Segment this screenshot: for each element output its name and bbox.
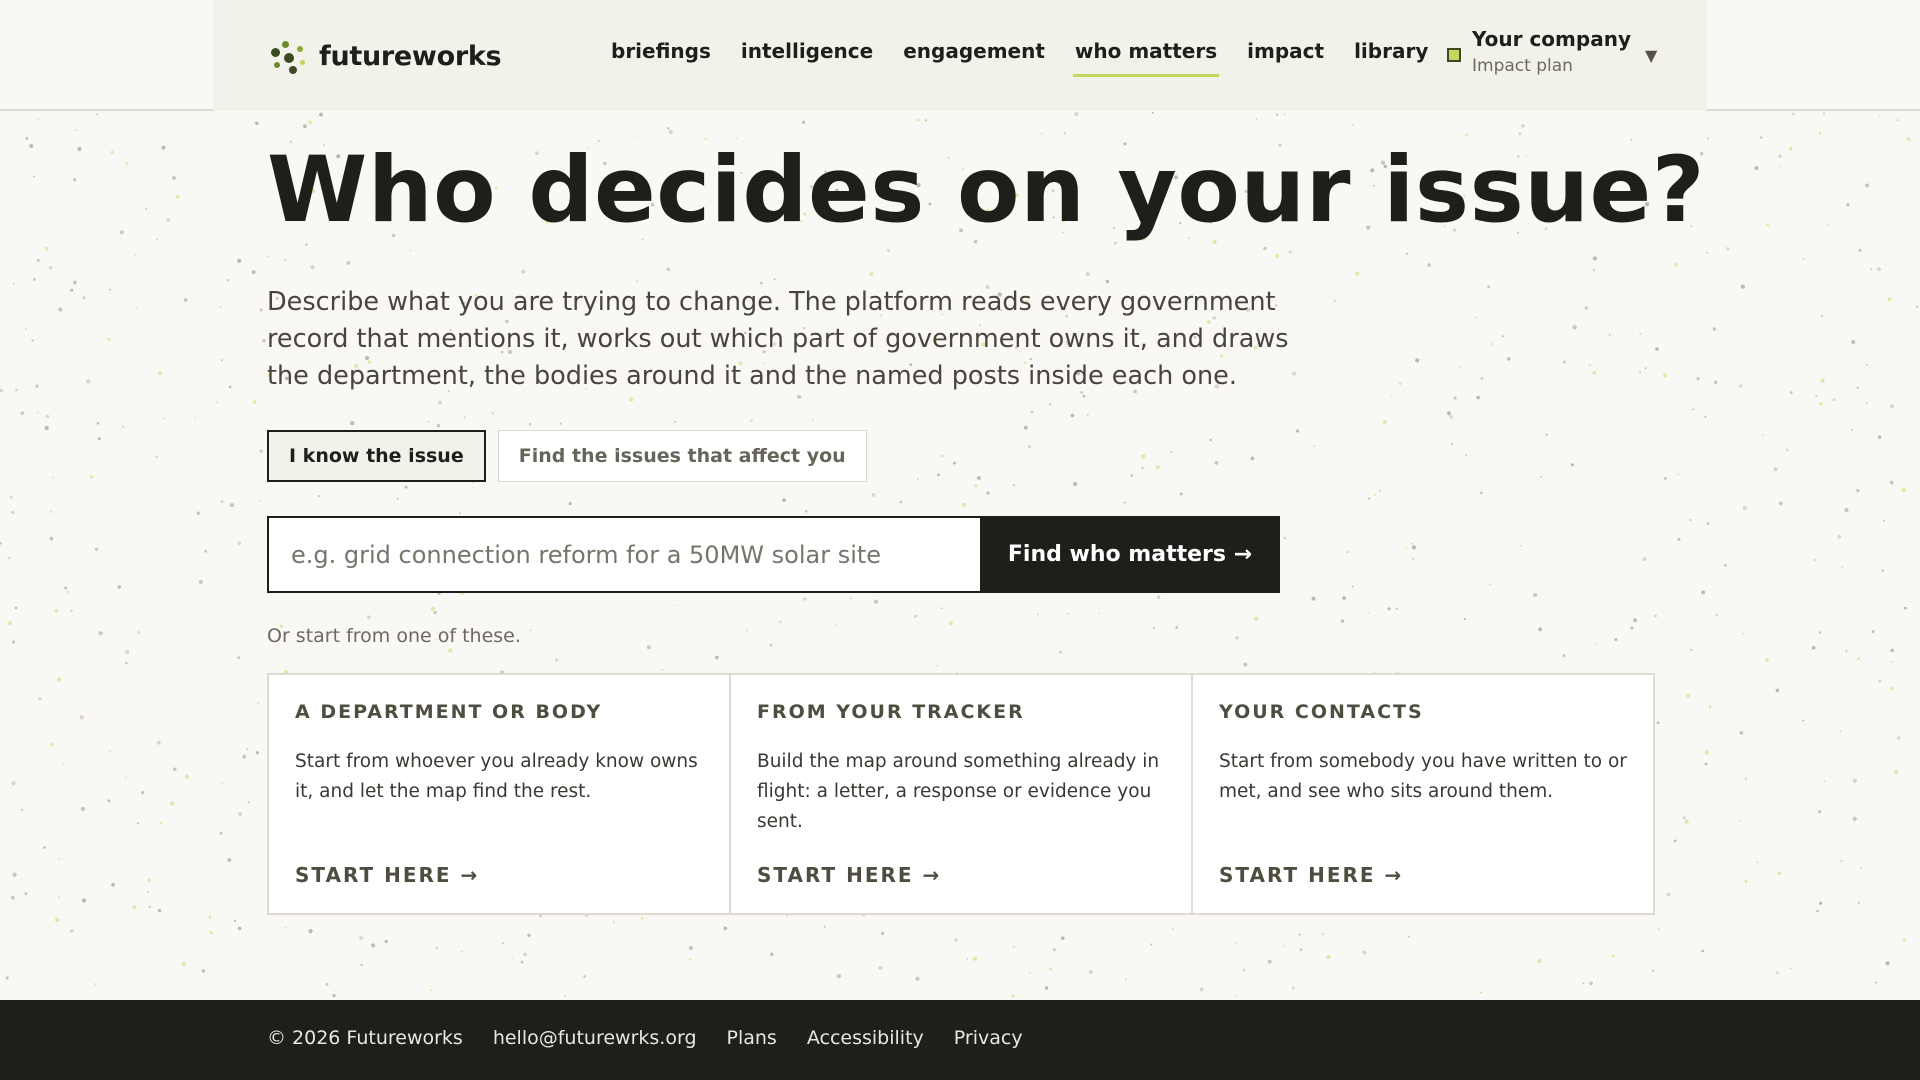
nav-impact[interactable]: impact [1247,0,1324,79]
company-square-icon [1447,48,1461,62]
start-card-department[interactable]: A department or body Start from whoever … [269,675,731,913]
page-lede: Describe what you are trying to change. … [267,287,1289,391]
card-title: From your tracker [757,701,1025,723]
start-here-link[interactable]: Start here → [1219,863,1403,887]
company-plan: Impact plan [1472,56,1573,76]
card-title: A department or body [295,701,603,723]
site-footer: © 2026 Futureworks hello@futurewrks.org … [0,1000,1920,1080]
nav-briefings[interactable]: briefings [611,0,711,79]
mode-toggle: I know the issue Find the issues that af… [267,430,879,482]
card-body: Start from somebody you have written to … [1219,751,1627,802]
start-options: A department or body Start from whoever … [267,673,1655,915]
card-body: Build the map around something already i… [757,751,1160,832]
footer-plans-link[interactable]: Plans [727,1027,777,1049]
start-card-contacts[interactable]: Your contacts Start from somebody you ha… [1193,675,1653,913]
footer-email-link[interactable]: hello@futurewrks.org [493,1027,697,1049]
brand-name: futureworks [319,40,502,72]
company-name: Your company [1472,27,1631,51]
page-title: Who decides on your issue? [267,138,1706,243]
brand-logo[interactable]: futureworks [267,36,502,76]
footer-copyright: © 2026 Futureworks [267,1027,463,1049]
caret-down-icon: ▼ [1644,46,1658,65]
nav-library[interactable]: library [1354,0,1428,79]
start-here-link[interactable]: Start here → [295,863,479,887]
start-options-intro: Or start from one of these. [267,625,521,647]
nav-intelligence[interactable]: intelligence [741,0,873,79]
issue-search: Find who matters → [267,516,1280,593]
card-body: Start from whoever you already know owns… [295,751,698,802]
footer-privacy-link[interactable]: Privacy [954,1027,1023,1049]
site-header: futureworks briefings intelligence engag… [213,0,1707,111]
nav-engagement[interactable]: engagement [903,0,1045,79]
find-who-matters-button[interactable]: Find who matters → [980,516,1280,593]
nav-who-matters[interactable]: who matters [1072,0,1220,79]
dots-logo-icon [267,36,307,76]
tab-find-issues[interactable]: Find the issues that affect you [497,430,867,482]
start-here-link[interactable]: Start here → [757,863,941,887]
tab-know-issue[interactable]: I know the issue [267,430,486,482]
card-title: Your contacts [1219,701,1424,723]
main-nav: briefings intelligence engagement who ma… [611,0,1458,111]
account-switcher[interactable]: Your company Impact plan ▼ [1447,26,1657,76]
start-card-tracker[interactable]: From your tracker Build the map around s… [731,675,1193,913]
issue-search-input[interactable] [267,516,980,593]
footer-accessibility-link[interactable]: Accessibility [807,1027,924,1049]
